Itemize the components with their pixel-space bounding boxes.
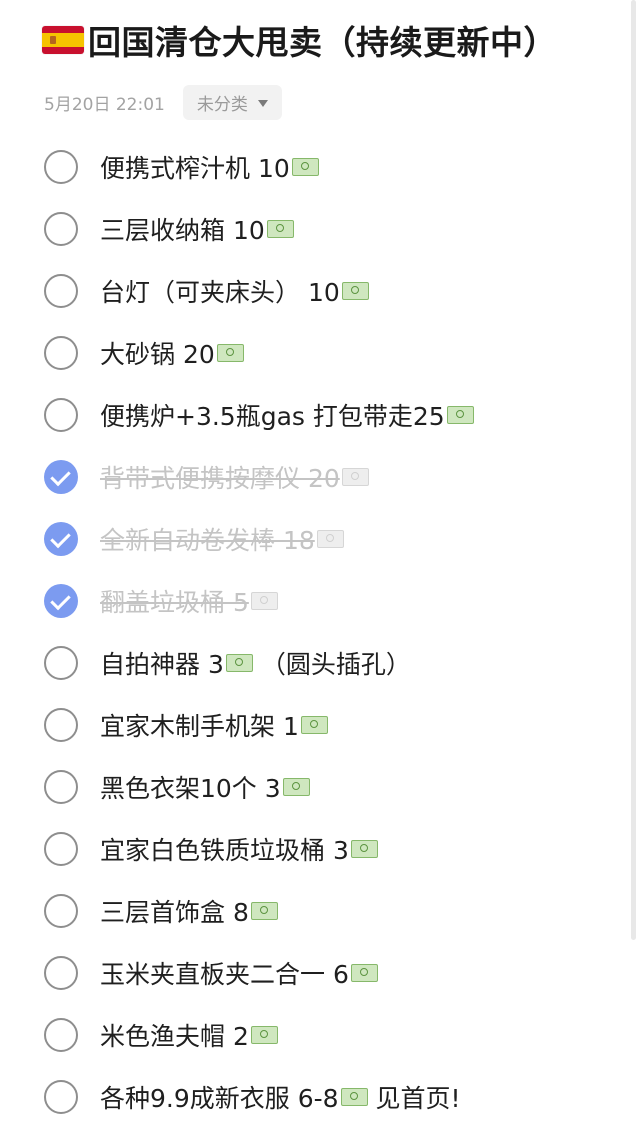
- item-label: 翻盖垃圾桶 5: [100, 588, 249, 617]
- caret-down-icon: [257, 99, 268, 107]
- checklist-item[interactable]: 三层收纳箱 10: [0, 198, 628, 260]
- note-date: 5月20日 22:01: [44, 94, 165, 115]
- checklist-item[interactable]: 全新自动卷发棒 18: [0, 508, 628, 570]
- category-label: 未分类: [196, 94, 248, 115]
- unchecked-circle-icon[interactable]: [44, 150, 78, 184]
- checklist-item-text: 三层首饰盒 8: [100, 893, 278, 929]
- item-label: 宜家木制手机架 1: [100, 712, 299, 741]
- money-icon: [350, 964, 378, 982]
- checked-circle-icon[interactable]: [44, 584, 78, 618]
- checklist-item-text: 宜家白色铁质垃圾桶 3: [100, 831, 378, 867]
- item-label: 玉米夹直板夹二合一 6: [100, 960, 349, 989]
- item-label: 便携炉+3.5瓶gas 打包带走25: [100, 402, 445, 431]
- checked-circle-icon[interactable]: [44, 522, 78, 556]
- money-icon: [300, 716, 328, 734]
- note-header: 回国清仓大甩卖（持续更新中）: [42, 14, 620, 66]
- checklist-item-text: 米色渔夫帽 2: [100, 1017, 278, 1053]
- unchecked-circle-icon[interactable]: [44, 1080, 78, 1114]
- checklist-item[interactable]: 便携式榨汁机 10: [0, 136, 628, 198]
- money-icon: [350, 840, 378, 858]
- money-icon: [446, 406, 474, 424]
- checklist-item[interactable]: 三层首饰盒 8: [0, 880, 628, 942]
- item-label: 便携式榨汁机 10: [100, 154, 290, 183]
- checklist-item-text: 大砂锅 20: [100, 335, 244, 371]
- money-icon: [225, 654, 253, 672]
- item-label: 三层首饰盒 8: [100, 898, 249, 927]
- unchecked-circle-icon[interactable]: [44, 708, 78, 742]
- unchecked-circle-icon[interactable]: [44, 274, 78, 308]
- checklist: 便携式榨汁机 10 三层收纳箱 10 台灯（可夹床头） 10 大砂锅 20 便携炉+3.…: [0, 136, 628, 1128]
- money-icon: [250, 592, 278, 610]
- unchecked-circle-icon[interactable]: [44, 770, 78, 804]
- money-icon: [216, 344, 244, 362]
- item-label: 大砂锅 20: [100, 340, 215, 369]
- checked-circle-icon[interactable]: [44, 460, 78, 494]
- checklist-item-text: 台灯（可夹床头） 10: [100, 273, 369, 309]
- checklist-item-text: 自拍神器 3 （圆头插孔）: [100, 645, 411, 681]
- money-icon: [282, 778, 310, 796]
- unchecked-circle-icon[interactable]: [44, 956, 78, 990]
- checklist-item-text: 三层收纳箱 10: [100, 211, 294, 247]
- item-label: 米色渔夫帽 2: [100, 1022, 249, 1051]
- checklist-item-text: 全新自动卷发棒 18: [100, 521, 344, 557]
- checklist-item[interactable]: 宜家白色铁质垃圾桶 3: [0, 818, 628, 880]
- unchecked-circle-icon[interactable]: [44, 212, 78, 246]
- checklist-item[interactable]: 各种9.9成新衣服 6-8 见首页!: [0, 1066, 628, 1128]
- scrollbar[interactable]: [631, 0, 636, 940]
- unchecked-circle-icon[interactable]: [44, 1018, 78, 1052]
- item-label: 三层收纳箱 10: [100, 216, 265, 245]
- money-icon: [250, 902, 278, 920]
- unchecked-circle-icon[interactable]: [44, 646, 78, 680]
- money-icon: [266, 220, 294, 238]
- money-icon: [316, 530, 344, 548]
- item-note: （圆头插孔）: [260, 650, 411, 679]
- item-label: 全新自动卷发棒 18: [100, 526, 315, 555]
- spain-flag-icon: [42, 26, 84, 54]
- checklist-item[interactable]: 米色渔夫帽 2: [0, 1004, 628, 1066]
- money-icon: [341, 282, 369, 300]
- category-dropdown[interactable]: 未分类: [182, 84, 282, 120]
- checklist-item-text: 背带式便携按摩仪 20: [100, 459, 369, 495]
- checklist-item[interactable]: 台灯（可夹床头） 10: [0, 260, 628, 322]
- note-title[interactable]: 回国清仓大甩卖（持续更新中）: [88, 16, 557, 64]
- checklist-item-text: 翻盖垃圾桶 5: [100, 583, 278, 619]
- item-label: 背带式便携按摩仪 20: [100, 464, 340, 493]
- checklist-item[interactable]: 便携炉+3.5瓶gas 打包带走25: [0, 384, 628, 446]
- money-icon: [340, 1088, 368, 1106]
- money-icon: [341, 468, 369, 486]
- checklist-item-text: 宜家木制手机架 1: [100, 707, 328, 743]
- item-note: 见首页!: [375, 1084, 461, 1113]
- checklist-item[interactable]: 宜家木制手机架 1: [0, 694, 628, 756]
- note-meta: 5月20日 22:01 未分类: [44, 84, 282, 120]
- item-label: 各种9.9成新衣服 6-8: [100, 1084, 339, 1113]
- checklist-item[interactable]: 自拍神器 3 （圆头插孔）: [0, 632, 628, 694]
- checklist-item-text: 玉米夹直板夹二合一 6: [100, 955, 378, 991]
- money-icon: [250, 1026, 278, 1044]
- checklist-item-text: 黑色衣架10个 3: [100, 769, 310, 805]
- checklist-item[interactable]: 玉米夹直板夹二合一 6: [0, 942, 628, 1004]
- unchecked-circle-icon[interactable]: [44, 336, 78, 370]
- item-label: 宜家白色铁质垃圾桶 3: [100, 836, 349, 865]
- checklist-item[interactable]: 黑色衣架10个 3: [0, 756, 628, 818]
- unchecked-circle-icon[interactable]: [44, 832, 78, 866]
- checklist-item-text: 便携式榨汁机 10: [100, 149, 319, 185]
- checklist-item[interactable]: 翻盖垃圾桶 5: [0, 570, 628, 632]
- checklist-item-text: 便携炉+3.5瓶gas 打包带走25: [100, 397, 474, 433]
- money-icon: [291, 158, 319, 176]
- item-label: 台灯（可夹床头） 10: [100, 278, 340, 307]
- unchecked-circle-icon[interactable]: [44, 398, 78, 432]
- item-label: 黑色衣架10个 3: [100, 774, 281, 803]
- unchecked-circle-icon[interactable]: [44, 894, 78, 928]
- item-label: 自拍神器 3: [100, 650, 224, 679]
- checklist-item[interactable]: 大砂锅 20: [0, 322, 628, 384]
- checklist-item-text: 各种9.9成新衣服 6-8 见首页!: [100, 1079, 461, 1115]
- checklist-item[interactable]: 背带式便携按摩仪 20: [0, 446, 628, 508]
